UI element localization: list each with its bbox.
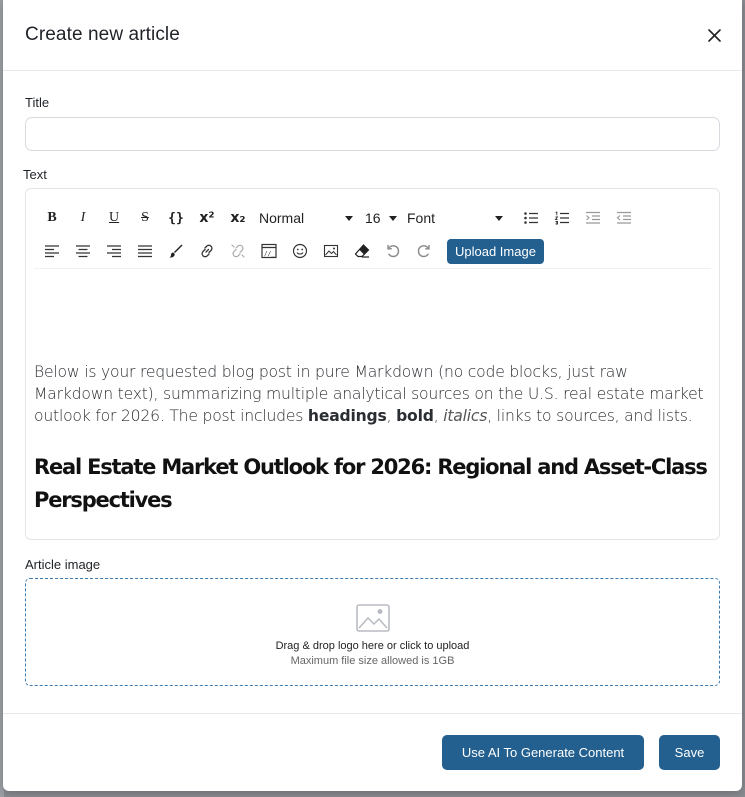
code-button[interactable]: {} xyxy=(162,204,190,232)
numbered-list-icon xyxy=(554,211,569,225)
code-label: {} xyxy=(168,210,184,226)
outdent-icon xyxy=(616,211,631,224)
align-center-button[interactable] xyxy=(69,237,97,265)
intro-separator: , xyxy=(386,407,397,425)
code-view-icon: //_ xyxy=(261,243,277,259)
superscript-button[interactable]: x² xyxy=(193,204,221,232)
intro-text-end: , links to sources, and lists. xyxy=(487,407,693,425)
emoji-icon xyxy=(292,243,308,259)
font-size-select[interactable]: 16 xyxy=(361,204,401,232)
superscript-label: x² xyxy=(199,210,215,226)
strikethrough-button[interactable]: S xyxy=(131,204,159,232)
insert-image-button[interactable] xyxy=(317,237,345,265)
chevron-down-icon xyxy=(495,215,503,221)
redo-button[interactable] xyxy=(410,237,438,265)
bold-label: B xyxy=(47,210,57,225)
source-code-button[interactable]: //_ xyxy=(255,237,283,265)
clear-format-button[interactable] xyxy=(348,237,376,265)
editor-toolbar: B I U S {} x² x₂ Normal 16 Font //_ Uplo… xyxy=(34,197,711,269)
align-justify-button[interactable] xyxy=(131,237,159,265)
underline-button[interactable]: U xyxy=(100,204,128,232)
unordered-list-button[interactable] xyxy=(517,204,545,232)
align-center-icon xyxy=(76,245,90,258)
font-family-value: Font xyxy=(407,210,436,226)
title-label: Title xyxy=(25,95,50,110)
font-family-select[interactable]: Font xyxy=(403,204,507,232)
dropzone-main-text: Drag & drop logo here or click to upload xyxy=(275,639,470,652)
intro-paragraph: Below is your requested blog post in pur… xyxy=(34,361,711,427)
undo-icon xyxy=(387,245,400,258)
underline-label: U xyxy=(108,210,120,225)
dropzone-sub-text: Maximum file size allowed is 1GB xyxy=(290,654,455,667)
link-icon xyxy=(201,244,213,258)
align-left-icon xyxy=(45,245,59,258)
modal-title: Create new article xyxy=(25,24,180,45)
ai-generate-button[interactable]: Use AI To Generate Content xyxy=(442,735,644,770)
image-dropzone[interactable]: Drag & drop logo here or click to upload… xyxy=(25,578,720,686)
text-label: Text xyxy=(23,167,47,182)
article-heading: Real Estate Market Outlook for 2026: Reg… xyxy=(34,455,708,512)
intro-separator: , xyxy=(433,407,444,425)
toolbar-row-2: //_ Upload Image xyxy=(38,236,707,266)
modal-footer: Use AI To Generate Content Save xyxy=(3,713,742,791)
bold-button[interactable]: B xyxy=(38,204,66,232)
strike-label: S xyxy=(141,210,149,225)
create-article-modal: Create new article Title Text B I U S {}… xyxy=(3,0,742,791)
ordered-list-button[interactable] xyxy=(548,204,576,232)
close-button[interactable] xyxy=(702,23,726,47)
subscript-label: x₂ xyxy=(230,210,246,226)
image-icon xyxy=(323,244,339,258)
indent-icon xyxy=(586,211,600,224)
redo-icon xyxy=(417,245,430,258)
block-format-value: Normal xyxy=(259,210,305,226)
article-image-label: Article image xyxy=(25,557,101,572)
align-left-button[interactable] xyxy=(38,237,66,265)
block-format-select[interactable]: Normal xyxy=(255,204,357,232)
italic-label: I xyxy=(80,210,86,225)
modal-header: Create new article xyxy=(3,0,742,71)
unlink-icon xyxy=(231,244,245,258)
save-button[interactable]: Save xyxy=(659,735,720,770)
upload-image-button[interactable]: Upload Image xyxy=(447,238,544,264)
chevron-down-icon xyxy=(345,215,353,221)
bold-headings: headings xyxy=(307,407,387,425)
subscript-button[interactable]: x₂ xyxy=(224,204,252,232)
brush-icon xyxy=(169,244,183,258)
editor-content[interactable]: Below is your requested blog post in pur… xyxy=(26,361,719,517)
align-justify-icon xyxy=(138,245,152,258)
emoji-button[interactable] xyxy=(286,237,314,265)
close-icon xyxy=(707,28,721,42)
undo-button[interactable] xyxy=(379,237,407,265)
svg-text://_: //_ xyxy=(264,251,275,258)
eraser-icon xyxy=(354,244,370,258)
align-right-button[interactable] xyxy=(100,237,128,265)
italic-button[interactable]: I xyxy=(69,204,97,232)
insert-link-button[interactable] xyxy=(193,237,221,265)
italic-italics: italics xyxy=(443,407,488,425)
chevron-down-icon xyxy=(389,215,397,221)
font-size-value: 16 xyxy=(365,210,381,226)
title-input[interactable] xyxy=(25,117,720,151)
rich-text-editor: B I U S {} x² x₂ Normal 16 Font //_ Uplo… xyxy=(25,188,720,540)
text-color-button[interactable] xyxy=(162,237,190,265)
indent-button[interactable] xyxy=(579,204,607,232)
modal-body: Title Text B I U S {} x² x₂ Normal 16 Fo… xyxy=(3,95,742,686)
unlink-button[interactable] xyxy=(224,237,252,265)
bold-bold: bold xyxy=(396,407,434,425)
align-right-icon xyxy=(107,245,121,258)
outdent-button[interactable] xyxy=(610,204,638,232)
toolbar-row-1: B I U S {} x² x₂ Normal 16 Font xyxy=(38,203,707,233)
image-placeholder-icon xyxy=(355,603,390,632)
bullet-list-icon xyxy=(524,212,538,224)
